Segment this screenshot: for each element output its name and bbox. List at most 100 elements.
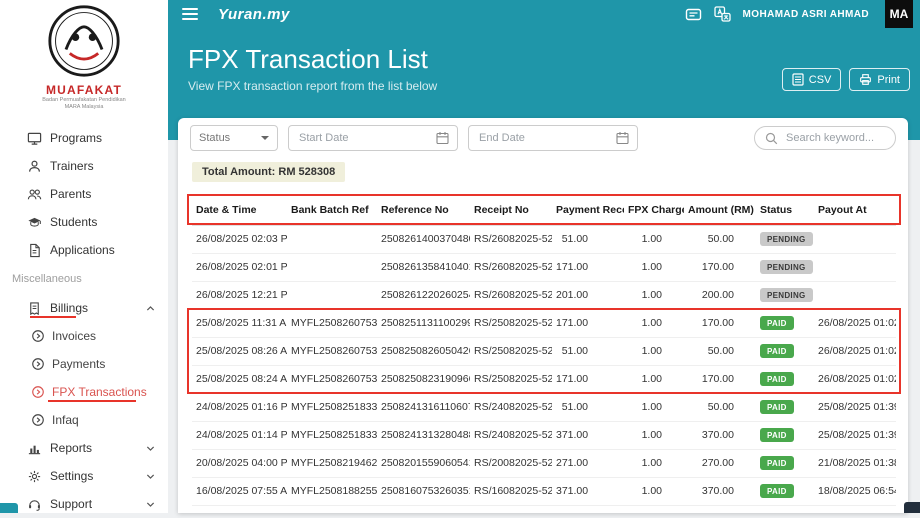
sidebar-item-programs[interactable]: Programs (0, 124, 168, 152)
document-icon (26, 243, 42, 258)
top-bar: Yuran.my MOHAMAD ASRI AHMAD MA (168, 0, 920, 28)
sidebar-item-parents[interactable]: Parents (0, 180, 168, 208)
sidebar-item-support[interactable]: Support (0, 490, 168, 518)
calendar-icon (616, 131, 629, 145)
sidebar-item-billings[interactable]: Billings (0, 294, 168, 322)
print-icon (859, 73, 872, 86)
start-date-input[interactable] (297, 131, 436, 145)
sidebar-item-label: Applications (50, 243, 115, 257)
status-badge: PAID (760, 400, 794, 414)
chevron-down-icon (145, 443, 156, 454)
col-payment-received[interactable]: Payment Received (552, 195, 624, 225)
transaction-table: Date & Time Bank Batch Ref Reference No … (192, 195, 896, 506)
sidebar-section-miscellaneous: Miscellaneous (0, 264, 168, 294)
col-bank-batch-ref[interactable]: Bank Batch Ref (287, 195, 377, 225)
csv-button[interactable]: CSV (782, 68, 842, 91)
status-filter-select[interactable]: Status (190, 125, 278, 151)
sidebar-item-students[interactable]: Students (0, 208, 168, 236)
status-badge: PAID (760, 344, 794, 358)
table-row: 24/08/2025 01:14 PMMYFL25082518334022508… (192, 421, 896, 449)
floating-widget-right[interactable] (904, 502, 920, 513)
sidebar-item-trainers[interactable]: Trainers (0, 152, 168, 180)
content-card: Status Total Amount: RM 528308 Date & Ti… (178, 118, 908, 513)
annotation-underline-billings (30, 316, 76, 318)
status-badge: PAID (760, 484, 794, 498)
messages-icon[interactable] (685, 7, 702, 22)
table-row: 20/08/2025 04:00 PMMYFL25082194620422508… (192, 449, 896, 477)
table-row: 26/08/2025 12:21 PM2508261220260254RS/26… (192, 281, 896, 309)
circle-arrow-icon (30, 357, 46, 371)
search-box[interactable] (754, 126, 896, 150)
sidebar-item-settings[interactable]: Settings (0, 462, 168, 490)
search-input[interactable] (784, 131, 885, 145)
sidebar-item-label: Programs (50, 131, 102, 145)
gear-icon (26, 469, 42, 484)
translate-icon[interactable] (714, 6, 731, 22)
bar-chart-icon (26, 441, 42, 456)
sidebar-item-label: Billings (50, 301, 88, 315)
sidebar: MUAFAKAT Badan Permuafakatan Pendidikan … (0, 0, 168, 513)
col-reference-no[interactable]: Reference No (377, 195, 470, 225)
col-status[interactable]: Status (756, 195, 814, 225)
sidebar-item-label: Parents (50, 187, 91, 201)
sidebar-item-label: FPX Transactions (52, 385, 147, 399)
print-button[interactable]: Print (849, 68, 910, 91)
total-amount-chip: Total Amount: RM 528308 (192, 162, 345, 182)
table-row: 24/08/2025 01:16 PMMYFL25082518334022508… (192, 393, 896, 421)
table-row: 25/08/2025 11:31 AMMYFL25082607535812508… (192, 309, 896, 337)
transaction-table-body: 26/08/2025 02:03 PM2508261400370480RS/26… (192, 225, 896, 505)
status-badge: PAID (760, 372, 794, 386)
org-subtitle-line2: MARA Malaysia (0, 104, 168, 111)
start-date-field[interactable] (288, 125, 458, 151)
status-badge: PAID (760, 316, 794, 330)
sidebar-item-payments[interactable]: Payments (0, 350, 168, 378)
col-receipt-no[interactable]: Receipt No (470, 195, 552, 225)
user-name[interactable]: MOHAMAD ASRI AHMAD (743, 9, 869, 20)
col-payout-at[interactable]: Payout At (814, 195, 896, 225)
sidebar-item-reports[interactable]: Reports (0, 434, 168, 462)
csv-icon (792, 73, 804, 86)
calendar-icon (436, 131, 449, 145)
sidebar-item-infaq[interactable]: Infaq (0, 406, 168, 434)
circle-arrow-icon (30, 385, 46, 399)
end-date-field[interactable] (468, 125, 638, 151)
graduation-cap-icon (26, 215, 42, 230)
floating-widget-left[interactable] (0, 503, 18, 513)
table-row: 16/08/2025 07:55 AMMYFL25081882557112508… (192, 477, 896, 505)
col-fpx-charges[interactable]: FPX Charges (624, 195, 684, 225)
export-actions: CSV Print (782, 68, 910, 91)
org-name: MUAFAKAT (0, 83, 168, 97)
sidebar-item-label: Support (50, 497, 92, 511)
topbar-right: MOHAMAD ASRI AHMAD MA (685, 0, 920, 28)
annotation-underline-fpx (48, 400, 136, 402)
chevron-down-icon (145, 499, 156, 510)
brand-logo[interactable]: Yuran.my (218, 6, 290, 23)
status-badge: PENDING (760, 260, 813, 274)
sidebar-item-label: Infaq (52, 413, 79, 427)
chevron-down-icon (261, 136, 269, 140)
col-amount[interactable]: Amount (RM) (684, 195, 756, 225)
org-logo-emblem (47, 4, 121, 78)
person-icon (26, 159, 42, 174)
col-date-time[interactable]: Date & Time (192, 195, 287, 225)
status-badge: PENDING (760, 232, 813, 246)
circle-arrow-icon (30, 329, 46, 343)
sidebar-item-label: Reports (50, 441, 92, 455)
sidebar-item-label: Students (50, 215, 97, 229)
headset-icon (26, 497, 42, 512)
sidebar-item-label: Settings (50, 469, 93, 483)
status-badge: PAID (760, 456, 794, 470)
user-avatar[interactable]: MA (885, 0, 913, 28)
status-badge: PAID (760, 428, 794, 442)
end-date-input[interactable] (477, 131, 616, 145)
table-row: 25/08/2025 08:24 AMMYFL25082607535812508… (192, 365, 896, 393)
sidebar-item-invoices[interactable]: Invoices (0, 322, 168, 350)
org-logo-block: MUAFAKAT Badan Permuafakatan Pendidikan … (0, 0, 168, 124)
filter-bar: Status (178, 118, 908, 158)
hamburger-menu-icon[interactable] (182, 8, 198, 20)
transaction-table-wrap: Date & Time Bank Batch Ref Reference No … (192, 195, 896, 506)
sidebar-item-applications[interactable]: Applications (0, 236, 168, 264)
receipt-icon (26, 301, 42, 316)
status-badge: PENDING (760, 288, 813, 302)
chevron-up-icon (145, 303, 156, 314)
